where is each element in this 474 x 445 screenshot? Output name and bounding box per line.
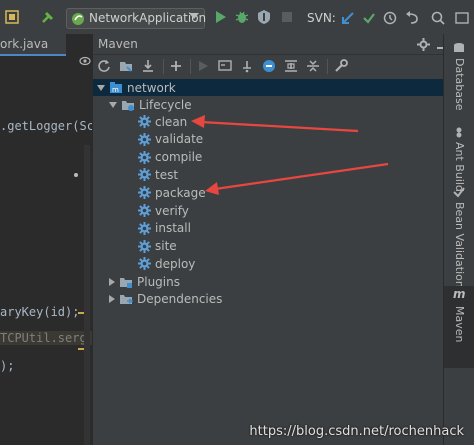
build-hammer-icon[interactable] <box>40 9 56 25</box>
database-icon <box>454 43 464 52</box>
tab-label: Ant Build <box>453 142 466 192</box>
run-icon[interactable] <box>214 10 228 24</box>
svn-commit-icon[interactable] <box>361 10 377 26</box>
spring-boot-icon <box>72 13 84 25</box>
arrow-to-clean <box>191 115 359 133</box>
code-line: aryKey(id); <box>0 305 80 319</box>
chevron-down-icon <box>189 13 199 19</box>
code-line-highlighted: TCPUtil.serg <box>0 331 92 345</box>
project-icon[interactable] <box>4 9 20 25</box>
stop-icon[interactable] <box>280 10 294 24</box>
editor-scrollbar[interactable] <box>84 145 90 445</box>
history-icon[interactable] <box>382 10 398 26</box>
fold-marker-icon[interactable] <box>74 173 78 177</box>
tab-label: Maven <box>453 306 466 343</box>
main-toolbar: NetworkApplication SVN: <box>0 0 474 35</box>
run-configuration-dropdown[interactable]: NetworkApplication <box>66 8 206 29</box>
right-tool-strip: Database Ant Build Bean Validation m Mav… <box>443 34 474 445</box>
editor-tab[interactable]: ork.java <box>0 34 66 56</box>
code-line: ); <box>0 359 15 373</box>
svn-label: SVN: <box>307 11 336 25</box>
search-icon[interactable] <box>430 10 446 26</box>
vcs-branch-icon[interactable] <box>454 10 470 26</box>
editor-tab-label: ork.java <box>0 37 49 51</box>
bean-validation-icon <box>453 187 465 198</box>
maven-tool-window: Maven m network Lifecycle clean validate… <box>92 34 446 445</box>
eye-icon[interactable] <box>79 55 91 69</box>
arrow-to-package <box>205 162 389 195</box>
rollback-icon[interactable] <box>404 10 420 26</box>
code-editor[interactable] <box>0 34 92 445</box>
watermark: https://blog.csdn.net/rochenhack <box>249 424 464 439</box>
tab-label: Database <box>453 58 466 111</box>
svn-update-icon[interactable] <box>340 10 356 26</box>
annotation-arrows <box>191 115 389 195</box>
code-line: .getLogger(Sc <box>0 119 94 133</box>
debug-icon[interactable] <box>234 9 250 25</box>
tab-label: Bean Validation <box>453 202 466 288</box>
maven-m-icon: m <box>453 287 466 301</box>
coverage-icon[interactable] <box>256 9 272 25</box>
tab-database[interactable]: Database <box>444 42 474 122</box>
ant-icon <box>456 127 462 138</box>
tab-maven[interactable]: m Maven <box>444 286 474 368</box>
